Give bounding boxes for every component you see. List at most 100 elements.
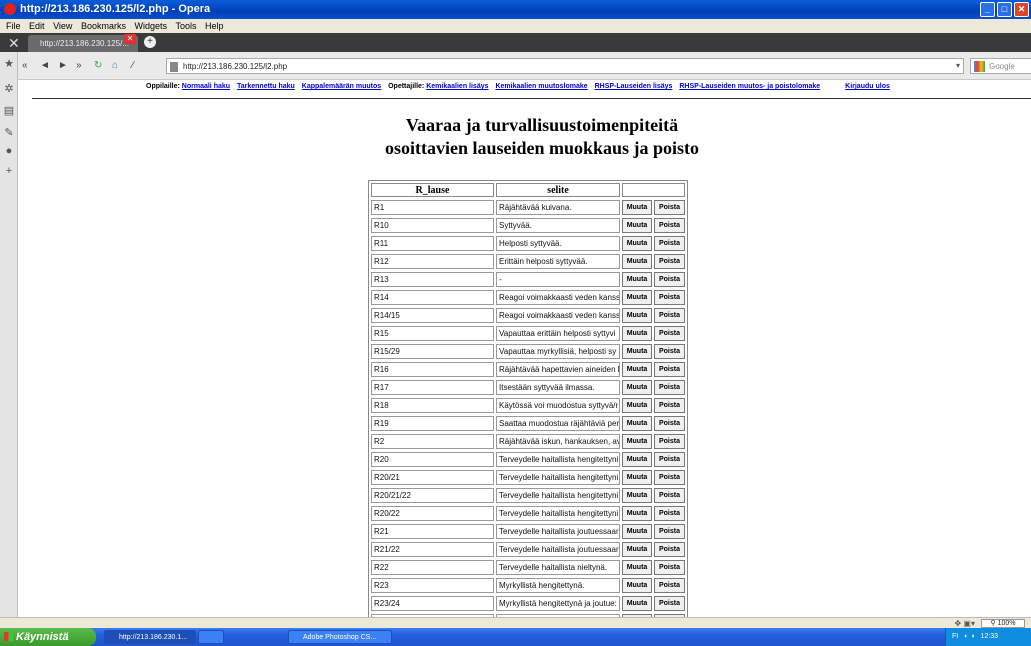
- selite-field[interactable]: Reagoi voimakkaasti veden kanss: [496, 289, 620, 305]
- edit-button[interactable]: Muuta: [622, 325, 652, 341]
- selite-field[interactable]: Terveydelle haitallista hengitettyni: [496, 487, 620, 503]
- selite-field[interactable]: Erittäin helposti syttyvää.: [496, 253, 620, 269]
- delete-button[interactable]: Poista: [654, 307, 685, 323]
- link-normal-search[interactable]: Normaali haku: [182, 83, 230, 90]
- rlause-field[interactable]: R22: [371, 559, 494, 575]
- edit-button[interactable]: Muuta: [622, 235, 652, 251]
- selite-field[interactable]: Syttyvää.: [496, 217, 620, 233]
- edit-button[interactable]: Muuta: [622, 307, 652, 323]
- edit-button[interactable]: Muuta: [622, 271, 652, 287]
- edit-button[interactable]: Muuta: [622, 199, 652, 215]
- edit-button[interactable]: Muuta: [622, 415, 652, 431]
- rlause-field[interactable]: R23: [371, 577, 494, 593]
- start-button[interactable]: Käynnistä: [0, 628, 96, 646]
- rlause-field[interactable]: R20/21/22: [371, 487, 494, 503]
- delete-button[interactable]: Poista: [654, 217, 685, 233]
- edit-button[interactable]: Muuta: [622, 289, 652, 305]
- selite-field[interactable]: Terveydelle haitallista hengitettyni: [496, 505, 620, 521]
- rlause-field[interactable]: R18: [371, 397, 494, 413]
- delete-button[interactable]: Poista: [654, 361, 685, 377]
- delete-button[interactable]: Poista: [654, 595, 685, 611]
- menu-bookmarks[interactable]: Bookmarks: [81, 21, 126, 31]
- delete-button[interactable]: Poista: [654, 523, 685, 539]
- delete-button[interactable]: Poista: [654, 253, 685, 269]
- edit-button[interactable]: Muuta: [622, 487, 652, 503]
- delete-button[interactable]: Poista: [654, 379, 685, 395]
- menu-view[interactable]: View: [53, 21, 72, 31]
- new-tab-button[interactable]: +: [144, 36, 156, 48]
- selite-field[interactable]: -: [496, 271, 620, 287]
- delete-button[interactable]: Poista: [654, 289, 685, 305]
- delete-button[interactable]: Poista: [654, 505, 685, 521]
- delete-button[interactable]: Poista: [654, 487, 685, 503]
- rlause-field[interactable]: R21/22: [371, 541, 494, 557]
- forward-arrow-icon[interactable]: ►: [58, 60, 68, 71]
- browser-tab[interactable]: http://213.186.230.125/... ✕: [28, 34, 138, 52]
- selite-field[interactable]: Terveydelle haitallista nieltynä.: [496, 559, 620, 575]
- rlause-field[interactable]: R14/15: [371, 307, 494, 323]
- selite-field[interactable]: Terveydelle haitallista hengitettyni: [496, 469, 620, 485]
- edit-button[interactable]: Muuta: [622, 577, 652, 593]
- reload-icon[interactable]: ↻: [94, 60, 102, 71]
- back-arrow-icon[interactable]: ◄: [40, 60, 50, 71]
- selite-field[interactable]: Räjähtävää hapettavien aineiden k: [496, 361, 620, 377]
- address-field[interactable]: http://213.186.230.125/l2.php ▾: [166, 58, 964, 74]
- menu-tools[interactable]: Tools: [176, 21, 197, 31]
- edit-button[interactable]: Muuta: [622, 469, 652, 485]
- edit-button[interactable]: Muuta: [622, 451, 652, 467]
- rlause-field[interactable]: R14: [371, 289, 494, 305]
- rlause-field[interactable]: R15/29: [371, 343, 494, 359]
- minimize-button[interactable]: _: [980, 2, 995, 17]
- rlause-field[interactable]: R13: [371, 271, 494, 287]
- selite-field[interactable]: Terveydelle haitallista joutuessaar: [496, 523, 620, 539]
- edit-button[interactable]: Muuta: [622, 343, 652, 359]
- rlause-field[interactable]: R20: [371, 451, 494, 467]
- rlause-field[interactable]: R12: [371, 253, 494, 269]
- selite-field[interactable]: Terveydelle haitallista hengitettyni: [496, 451, 620, 467]
- edit-button[interactable]: Muuta: [622, 559, 652, 575]
- delete-button[interactable]: Poista: [654, 559, 685, 575]
- search-field[interactable]: Google: [970, 58, 1031, 74]
- rlause-field[interactable]: R19: [371, 415, 494, 431]
- bookmarks-star-icon[interactable]: ★: [3, 58, 15, 70]
- rlause-field[interactable]: R11: [371, 235, 494, 251]
- edit-button[interactable]: Muuta: [622, 541, 652, 557]
- fast-forward-icon[interactable]: »: [76, 60, 82, 71]
- selite-field[interactable]: Terveydelle haitallista joutuessaar: [496, 541, 620, 557]
- taskbar-photoshop[interactable]: Adobe Photoshop CS...: [288, 630, 392, 644]
- delete-button[interactable]: Poista: [654, 451, 685, 467]
- zoom-control[interactable]: ⚲ 100%: [981, 619, 1025, 628]
- menu-help[interactable]: Help: [205, 21, 224, 31]
- rlause-field[interactable]: R21: [371, 523, 494, 539]
- home-icon[interactable]: ⌂: [112, 60, 118, 71]
- edit-button[interactable]: Muuta: [622, 361, 652, 377]
- edit-button[interactable]: Muuta: [622, 253, 652, 269]
- link-rhsp-edit-delete-form[interactable]: RHSP-Lauseiden muutos- ja poistolomake: [679, 83, 820, 90]
- rlause-field[interactable]: R17: [371, 379, 494, 395]
- delete-button[interactable]: Poista: [654, 199, 685, 215]
- delete-button[interactable]: Poista: [654, 541, 685, 557]
- language-indicator[interactable]: FI: [952, 633, 958, 640]
- selite-field[interactable]: Itsestään syttyvää ilmassa.: [496, 379, 620, 395]
- delete-button[interactable]: Poista: [654, 235, 685, 251]
- edit-button[interactable]: Muuta: [622, 595, 652, 611]
- close-panel-icon[interactable]: ✕: [8, 35, 20, 52]
- history-clock-icon[interactable]: ●: [3, 145, 15, 157]
- rlause-field[interactable]: R20/21: [371, 469, 494, 485]
- edit-button[interactable]: Muuta: [622, 505, 652, 521]
- link-quantity-change[interactable]: Kappalemäärän muutos: [302, 83, 381, 90]
- delete-button[interactable]: Poista: [654, 577, 685, 593]
- taskbar-small-app[interactable]: [198, 630, 224, 644]
- link-chemicals-edit-form[interactable]: Kemikaalien muutoslomake: [495, 83, 587, 90]
- edit-button[interactable]: Muuta: [622, 397, 652, 413]
- delete-button[interactable]: Poista: [654, 469, 685, 485]
- link-add-chemicals[interactable]: Kemikaalien lisäys: [426, 83, 488, 90]
- rlause-field[interactable]: R1: [371, 199, 494, 215]
- edit-button[interactable]: Muuta: [622, 523, 652, 539]
- tab-close-icon[interactable]: ✕: [124, 34, 136, 44]
- selite-field[interactable]: Räjähtävää kuivana.: [496, 199, 620, 215]
- address-dropdown-icon[interactable]: ▾: [956, 61, 960, 70]
- selite-field[interactable]: Vapauttaa erittäin helposti syttyvi: [496, 325, 620, 341]
- selite-field[interactable]: Saattaa muodostua räjähtäviä per: [496, 415, 620, 431]
- delete-button[interactable]: Poista: [654, 325, 685, 341]
